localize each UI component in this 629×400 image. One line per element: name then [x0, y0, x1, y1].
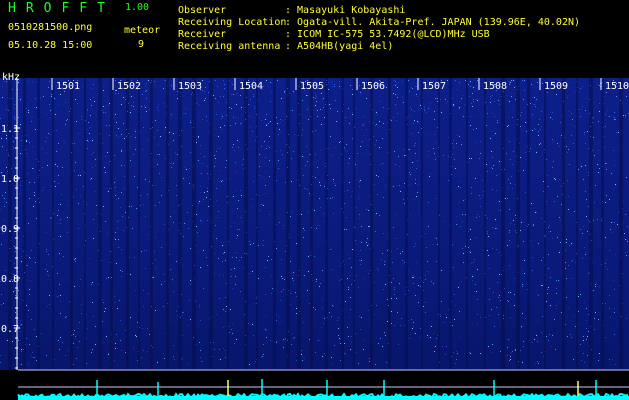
minute-mark-label: 1502: [117, 81, 141, 92]
meteor-label: meteor: [124, 25, 161, 36]
spectrogram-background: [0, 78, 629, 400]
minute-mark-label: 1503: [178, 81, 202, 92]
minute-mark-label: 1501: [56, 81, 80, 92]
observer-label: Observer: [178, 5, 227, 16]
y-tick-label: 1.1: [1, 124, 19, 135]
signal-floor: [0, 369, 629, 400]
minute-mark-label: 1510: [605, 81, 629, 92]
y-tick-label: 1.0: [1, 174, 19, 185]
khz-unit-label: kHz: [2, 72, 21, 83]
app-title: HROFFT: [8, 1, 115, 16]
minute-mark-label: 1508: [483, 81, 507, 92]
y-tick-label: 0.9: [1, 224, 19, 235]
minute-mark-label: 1504: [239, 81, 263, 92]
receiver-value: : ICOM IC-575 53.7492(@LCD)MHz USB: [285, 29, 490, 40]
y-tick-label: 0.8: [1, 274, 19, 285]
observer-value: : Masayuki Kobayashi: [285, 5, 406, 16]
spectrogram-plot: 1.11.00.90.80.70.6 150115021503150415051…: [0, 78, 629, 400]
location-value: : Ogata-vill. Akita-Pref. JAPAN (139.96E…: [285, 17, 581, 28]
y-tick-label: 0.7: [1, 324, 19, 335]
app-version: 1.00: [125, 2, 150, 13]
receiver-label: Receiver: [178, 29, 227, 40]
minute-mark-label: 1507: [422, 81, 446, 92]
location-label: Receiving Location: [178, 17, 287, 28]
antenna-value: : A504HB(yagi 4el): [285, 41, 394, 52]
minute-mark-label: 1505: [300, 81, 324, 92]
minute-mark-label: 1509: [544, 81, 568, 92]
header-info-panel: HROFFT 1.00 0510281500.png meteor 9 05.1…: [0, 0, 629, 76]
minute-mark-label: 1506: [361, 81, 385, 92]
observation-datetime: 05.10.28 15:00: [8, 40, 93, 51]
antenna-label: Receiving antenna: [178, 41, 281, 52]
file-name: 0510281500.png: [8, 22, 93, 33]
meteor-count: 9: [138, 39, 145, 50]
